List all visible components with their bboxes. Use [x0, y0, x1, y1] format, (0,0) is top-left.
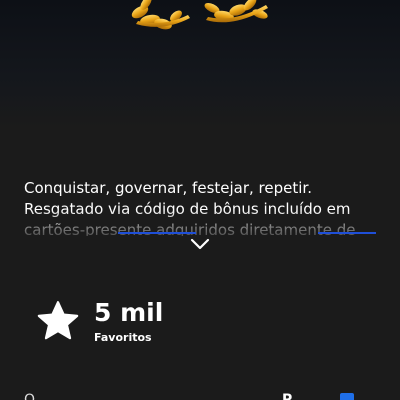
bottom-left-text: O: [24, 392, 36, 400]
product-page: Conquistar, governar, festejar, repetir.…: [0, 0, 400, 400]
golden-laurel-icon: [131, 0, 268, 30]
store-link-underline: [318, 232, 376, 234]
favorites-count: 5 mil: [94, 298, 164, 327]
chevron-down-icon[interactable]: [188, 236, 212, 252]
gift-card-link-underline: [118, 232, 196, 234]
partial-bottom-row: O P: [0, 392, 400, 400]
bottom-badge-icon: [340, 393, 354, 400]
bottom-right-text: P: [282, 392, 293, 400]
favorites-label: Favoritos: [94, 331, 152, 344]
star-icon[interactable]: [36, 300, 80, 342]
hero-banner: [0, 0, 400, 128]
